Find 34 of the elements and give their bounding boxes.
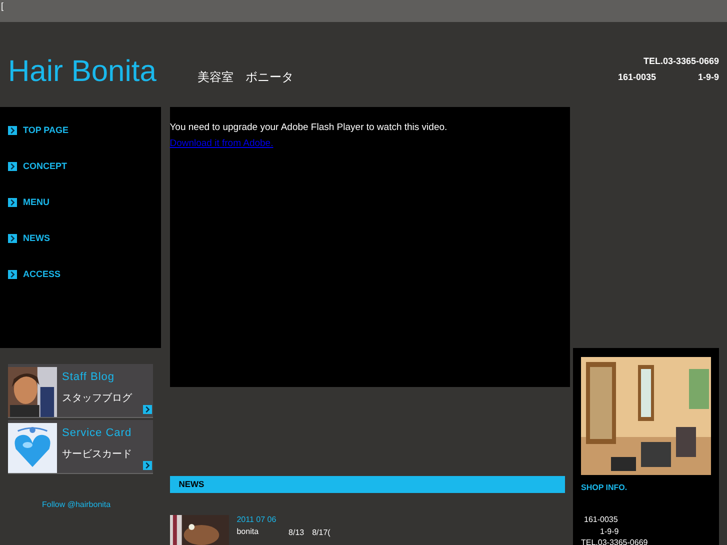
news-author: bonita — [236, 527, 259, 538]
address-text: 1-9-9 — [698, 72, 719, 82]
postal-code: 161-0035 — [618, 72, 656, 82]
chevron-icon — [8, 198, 17, 206]
phone-number: TEL.03-3365-0669 — [643, 56, 719, 66]
flash-message: You need to upgrade your Adobe Flash Player to watch this video. — [170, 122, 448, 133]
postal-code: 161-0035 — [584, 515, 619, 524]
chevron-icon — [8, 162, 17, 170]
banner-subtitle: スタッフブログ — [62, 392, 132, 405]
nav-link[interactable]: ACCESS — [0, 267, 161, 281]
bracket-text: [ — [1, 1, 4, 11]
chevron-icon — [8, 270, 17, 278]
banner-card[interactable]: Service Card サービスカード — [8, 420, 153, 474]
follow-link[interactable]: Follow @hairbonita — [42, 500, 161, 509]
chevron-icon — [8, 126, 17, 134]
nav-link[interactable]: NEWS — [0, 231, 161, 245]
chevron-icon — [8, 234, 17, 242]
site-subtitle: 美容室 ボニータ — [197, 69, 294, 86]
chevron-icon — [143, 461, 152, 470]
news-snippet: 8/13 8/17( — [288, 527, 330, 538]
banner-title: Service Card — [62, 427, 132, 439]
address-text: 1-9-9 — [600, 527, 620, 536]
banner-card[interactable]: Staff Blog スタッフブログ — [8, 364, 153, 418]
shop-heading: SHOP INFO. — [581, 483, 628, 492]
chevron-icon — [143, 405, 152, 414]
news-date[interactable]: 2011 07 06 — [236, 515, 330, 524]
nav-link[interactable]: CONCEPT — [0, 159, 161, 173]
nav-link[interactable]: TOP PAGE — [0, 123, 161, 137]
banner-title: Staff Blog — [62, 371, 116, 383]
news-heading: NEWS — [170, 476, 565, 493]
banner-subtitle: サービスカード — [62, 448, 132, 461]
phone-number: TEL.03-3365-0669 — [581, 538, 649, 545]
nav-link[interactable]: MENU — [0, 195, 161, 209]
site-logo[interactable]: Hair Bonita — [8, 55, 156, 89]
